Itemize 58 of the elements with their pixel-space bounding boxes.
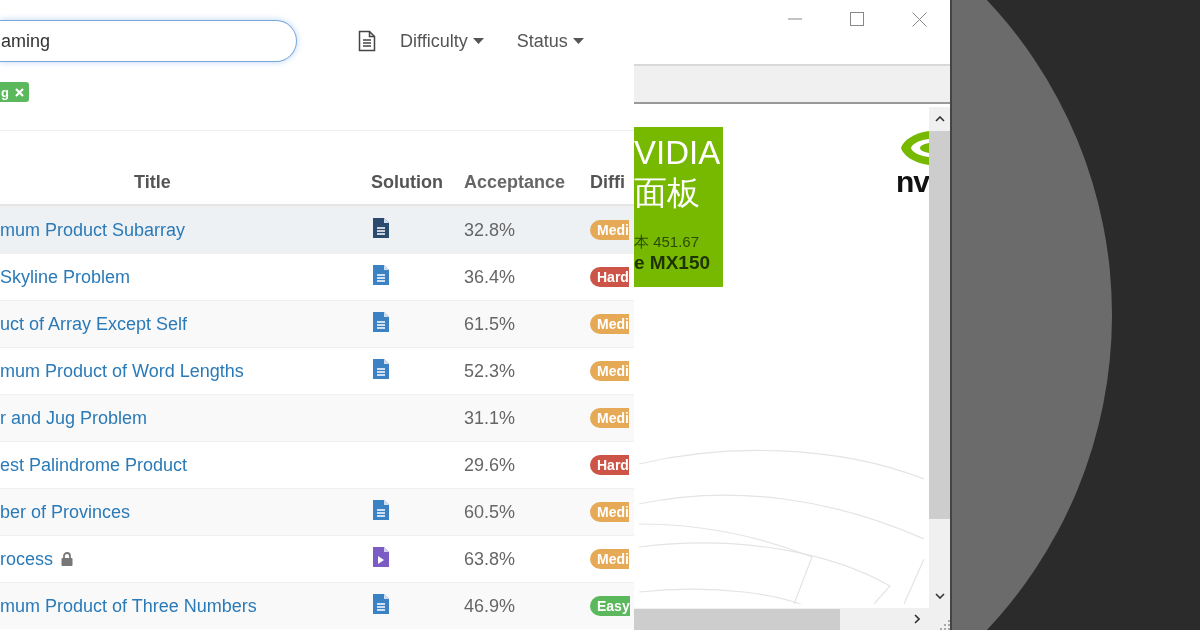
scrollbar-thumb[interactable] <box>634 608 840 630</box>
vertical-scrollbar[interactable] <box>929 107 950 608</box>
document-icon[interactable] <box>358 30 376 52</box>
problem-title-link[interactable]: mum Product of Three Numbers <box>0 595 257 617</box>
filter-dropdown[interactable]: Difficulty <box>400 30 484 52</box>
difficulty-badge: Hard <box>590 455 629 475</box>
acceptance-rate: 60.5% <box>464 501 516 522</box>
difficulty-badge: Medi <box>590 502 629 522</box>
difficulty-badge: Hard <box>590 267 629 287</box>
column-header[interactable]: Acceptance <box>464 171 590 193</box>
difficulty-badge: Medi <box>590 549 629 569</box>
banner-text: 本 451.67 <box>634 233 701 252</box>
difficulty-badge: Medi <box>590 314 629 334</box>
difficulty-badge: Medi <box>590 408 629 428</box>
problem-title-link[interactable]: r and Jug Problem <box>0 407 148 429</box>
column-header[interactable]: Title <box>0 171 371 193</box>
caret-icon <box>572 38 584 44</box>
filter-dropdown[interactable]: Status <box>516 30 584 52</box>
close-icon[interactable] <box>911 11 927 27</box>
problem-title-link[interactable]: rocess <box>0 548 53 570</box>
table-row[interactable]: uct of Array Except Self 61.5% Medi <box>0 300 634 347</box>
acceptance-rate: 29.6% <box>464 454 516 475</box>
scrollbar-thumb[interactable] <box>929 131 950 519</box>
logo-text: nv <box>896 169 929 195</box>
problem-title-link[interactable]: Skyline Problem <box>0 266 131 288</box>
banner-text: e MX150 <box>634 252 712 274</box>
table-row[interactable]: ber of Provinces 60.5% Medi <box>0 488 634 535</box>
banner-text: VIDIA <box>634 133 722 173</box>
acceptance-rate: 31.1% <box>464 407 516 428</box>
table-row[interactable]: r and Jug Problem 31.1% Medi <box>0 394 634 441</box>
tag-label: g <box>1 84 9 100</box>
horizontal-scrollbar[interactable] <box>634 608 929 630</box>
problem-title-link[interactable]: ber of Provinces <box>0 501 131 523</box>
acceptance-rate: 52.3% <box>464 360 516 381</box>
problem-title-link[interactable]: est Palindrome Product <box>0 454 188 476</box>
table-row[interactable]: mum Product of Three Numbers 46.9% Easy <box>0 582 634 629</box>
acceptance-rate: 36.4% <box>464 266 516 287</box>
column-header[interactable]: Diffi <box>590 171 634 193</box>
search-field[interactable]: aming <box>0 20 297 62</box>
maximize-icon[interactable] <box>850 12 864 26</box>
difficulty-badge: Easy <box>590 596 630 616</box>
problem-title-link[interactable]: mum Product of Word Lengths <box>0 360 244 382</box>
document-icon[interactable] <box>373 218 389 238</box>
difficulty-badge: Medi <box>590 361 629 381</box>
acceptance-rate: 32.8% <box>464 219 516 240</box>
acceptance-rate: 46.9% <box>464 595 516 616</box>
difficulty-badge: Medi <box>590 220 629 240</box>
document-icon[interactable] <box>373 359 389 379</box>
acceptance-rate: 63.8% <box>464 548 516 569</box>
document-icon[interactable] <box>373 265 389 285</box>
acceptance-rate: 61.5% <box>464 313 516 334</box>
table-row[interactable]: mum Product Subarray 32.8% Medi <box>0 206 634 253</box>
problem-title-link[interactable]: mum Product Subarray <box>0 219 186 241</box>
video-file-icon[interactable] <box>373 547 389 567</box>
banner-text: 面板 <box>634 173 701 213</box>
problem-title-link[interactable]: uct of Array Except Self <box>0 313 188 335</box>
caret-icon <box>472 38 484 44</box>
column-header[interactable]: Solution <box>371 171 464 193</box>
